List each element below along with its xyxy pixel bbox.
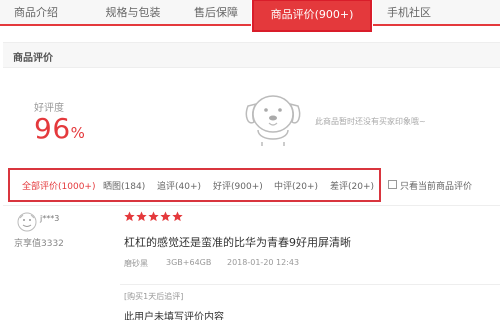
star-icon bbox=[172, 211, 183, 222]
star-icon bbox=[160, 211, 171, 222]
tab-product-intro[interactable]: 商品介绍 bbox=[0, 0, 72, 26]
review-spec: 3GB+64GB bbox=[166, 258, 212, 267]
tab-specs-packaging[interactable]: 规格与包装 bbox=[92, 0, 174, 26]
product-tab-bar: 商品介绍 规格与包装 售后保障 商品评价(900+) 手机社区 bbox=[0, 0, 500, 33]
star-rating bbox=[124, 211, 183, 223]
divider bbox=[3, 205, 500, 206]
star-icon bbox=[136, 211, 147, 222]
reviewer-username: j***3 bbox=[40, 214, 60, 223]
filter-photos[interactable]: 晒图(184) bbox=[103, 179, 145, 192]
positive-rate-unit: % bbox=[70, 124, 86, 142]
followup-label: [购买1天后追评] bbox=[124, 292, 184, 301]
review-color: 磨砂黑 bbox=[124, 259, 148, 268]
review-content: 杠杠的感觉还是蛮准的比华为青春9好用屏清晰 bbox=[124, 236, 351, 249]
current-product-only-label[interactable]: 只看当前商品评价 bbox=[400, 179, 472, 192]
avatar bbox=[17, 212, 37, 232]
review-time: 2018-01-20 12:43 bbox=[227, 258, 300, 267]
followup-divider bbox=[120, 284, 500, 285]
filter-followup[interactable]: 追评(40+) bbox=[157, 179, 201, 192]
filter-neutral[interactable]: 中评(20+) bbox=[274, 179, 318, 192]
tab-reviews[interactable]: 商品评价(900+) bbox=[251, 0, 373, 33]
current-product-only-checkbox[interactable] bbox=[388, 180, 397, 189]
tab-after-sales[interactable]: 售后保障 bbox=[186, 0, 246, 26]
filter-positive[interactable]: 好评(900+) bbox=[213, 179, 263, 192]
star-icon bbox=[148, 211, 159, 222]
positive-rate-number: 96 bbox=[34, 112, 71, 145]
filter-negative[interactable]: 差评(20+) bbox=[330, 179, 374, 192]
reviews-section-header: 商品评价 bbox=[3, 42, 500, 68]
positive-rate-value: 96% bbox=[34, 112, 85, 145]
section-title: 商品评价 bbox=[13, 53, 53, 64]
jd-dog-mascot-icon bbox=[245, 95, 301, 146]
followup-content: 此用户未填写评价内容 bbox=[124, 312, 224, 320]
tab-phone-community[interactable]: 手机社区 bbox=[378, 0, 440, 26]
filter-all[interactable]: 全部评价(1000+) bbox=[22, 179, 95, 192]
no-impression-note: 此商品暂时还没有买家印象哦~ bbox=[315, 117, 426, 126]
reviewer-level: 京享值3332 bbox=[14, 239, 64, 249]
star-icon bbox=[124, 211, 135, 222]
